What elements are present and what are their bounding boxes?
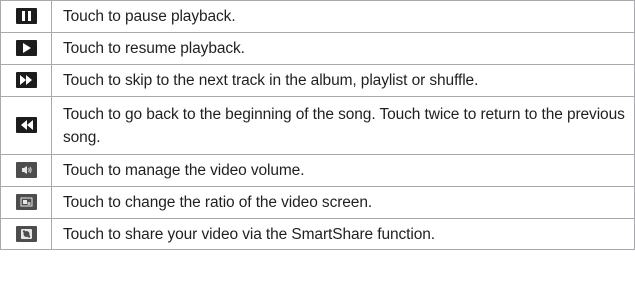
icon-cell bbox=[0, 218, 52, 250]
table-row: Touch to pause playback. bbox=[0, 0, 635, 33]
play-icon bbox=[15, 40, 37, 57]
description-cell: Touch to share your video via the SmartS… bbox=[51, 218, 635, 250]
fast-forward-icon bbox=[15, 72, 37, 89]
table-row: Touch to resume playback. bbox=[0, 32, 635, 65]
controls-table: Touch to pause playback. Touch to resume… bbox=[0, 0, 635, 250]
icon-cell bbox=[0, 32, 52, 65]
table-row: Touch to change the ratio of the video s… bbox=[0, 186, 635, 219]
description-cell: Touch to change the ratio of the video s… bbox=[51, 186, 635, 219]
icon-cell bbox=[0, 154, 52, 187]
pause-icon bbox=[15, 8, 37, 25]
volume-icon bbox=[15, 162, 37, 179]
table-row: Touch to manage the video volume. bbox=[0, 154, 635, 187]
screen-ratio-icon bbox=[15, 194, 37, 211]
rewind-icon bbox=[15, 117, 37, 134]
description-cell: Touch to manage the video volume. bbox=[51, 154, 635, 187]
description-cell: Touch to skip to the next track in the a… bbox=[51, 64, 635, 97]
icon-cell bbox=[0, 96, 52, 155]
table-row: Touch to share your video via the SmartS… bbox=[0, 218, 635, 250]
icon-cell bbox=[0, 64, 52, 97]
smartshare-icon bbox=[15, 225, 37, 242]
icon-cell bbox=[0, 186, 52, 219]
description-cell: Touch to resume playback. bbox=[51, 32, 635, 65]
icon-cell bbox=[0, 0, 52, 33]
table-row: Touch to skip to the next track in the a… bbox=[0, 64, 635, 97]
description-cell: Touch to go back to the beginning of the… bbox=[51, 96, 635, 155]
description-cell: Touch to pause playback. bbox=[51, 0, 635, 33]
table-row: Touch to go back to the beginning of the… bbox=[0, 96, 635, 155]
